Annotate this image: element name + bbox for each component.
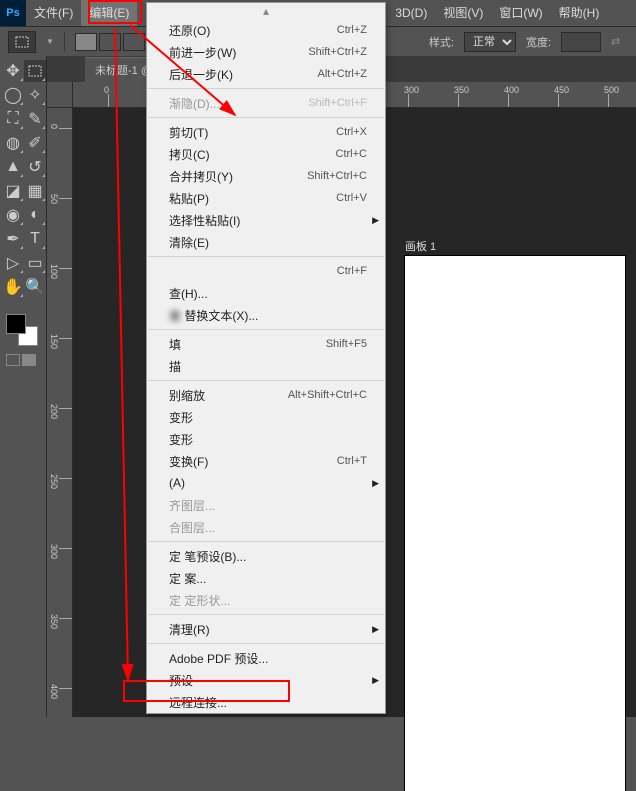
eyedropper-tool[interactable]: ✎ <box>24 108 46 130</box>
path-tool[interactable]: ▷ <box>2 252 24 274</box>
blur-tool[interactable]: ◉ <box>2 204 24 226</box>
menu-item[interactable]: 别缩放 Alt+Shift+Ctrl+C <box>147 384 385 406</box>
menu-item[interactable]: (A) ▶ <box>147 472 385 494</box>
menu-item[interactable]: 后退一步(K) Alt+Ctrl+Z <box>147 63 385 85</box>
menu-item[interactable]: Adobe PDF 预设... <box>147 647 385 669</box>
menu-item[interactable]: 变形 <box>147 428 385 450</box>
style-select[interactable]: 正常 <box>464 32 516 52</box>
zoom-tool[interactable]: 🔍 <box>24 276 46 298</box>
stamp-tool[interactable]: ▲ <box>2 156 24 178</box>
menu-item[interactable]: 拷贝(C) Ctrl+C <box>147 143 385 165</box>
menu-item[interactable]: 远程连接... <box>147 691 385 713</box>
menu-item[interactable]: 选择性粘贴(I) ▶ <box>147 209 385 231</box>
menu-item[interactable]: 变形 <box>147 406 385 428</box>
menu-item: 齐图层... <box>147 494 385 516</box>
artboard-label[interactable]: 画板 1 <box>405 238 436 254</box>
style-label: 样式: <box>429 34 454 50</box>
type-tool[interactable]: T <box>24 228 46 250</box>
menu-item[interactable]: 剪切(T) Ctrl+X <box>147 121 385 143</box>
menu-item[interactable]: 查(H)... <box>147 282 385 304</box>
gradient-tool[interactable]: ▦ <box>24 180 46 202</box>
menu-item[interactable]: 前进一步(W) Shift+Ctrl+Z <box>147 41 385 63</box>
color-swatches[interactable] <box>0 314 46 366</box>
menu-item[interactable]: Ctrl+F <box>147 260 385 282</box>
menu-item[interactable]: 清除(E) <box>147 231 385 253</box>
menu-3d[interactable]: 3D(D) <box>387 0 435 26</box>
menu-view[interactable]: 视图(V) <box>435 0 491 26</box>
heal-tool[interactable]: ◍ <box>2 132 24 154</box>
pen-tool[interactable]: ✒ <box>2 228 24 250</box>
menu-item[interactable]: 描 <box>147 355 385 377</box>
foreground-color[interactable] <box>6 314 26 334</box>
menu-item[interactable]: 合并拷贝(Y) Shift+Ctrl+C <box>147 165 385 187</box>
chevron-down-icon[interactable]: ▼ <box>46 37 54 46</box>
move-tool[interactable]: ✥ <box>2 60 24 82</box>
menu-file[interactable]: 文件(F) <box>26 0 81 26</box>
ruler-vertical: 050100150200250300350400450 <box>47 108 73 717</box>
eraser-tool[interactable]: ◪ <box>2 180 24 202</box>
history-brush-tool[interactable]: ↺ <box>24 156 46 178</box>
brush-tool[interactable]: ✐ <box>24 132 46 154</box>
artboard[interactable] <box>405 256 625 791</box>
dodge-tool[interactable]: ◐ <box>24 204 46 226</box>
link-icon[interactable]: ⇄ <box>611 35 620 48</box>
menu-item[interactable]: 预设 ▶ <box>147 669 385 691</box>
menu-item[interactable]: 填 Shift+F5 <box>147 333 385 355</box>
menu-item[interactable]: 查 替换文本(X)... <box>147 304 385 326</box>
menu-item: 合图层... <box>147 516 385 538</box>
menu-item[interactable]: 定 案... <box>147 567 385 589</box>
shape-tool[interactable]: ▭ <box>24 252 46 274</box>
lasso-tool[interactable]: ◯ <box>2 84 24 106</box>
crop-tool[interactable]: ⛶ <box>2 108 24 130</box>
ruler-corner <box>47 82 73 108</box>
width-input[interactable] <box>561 32 601 52</box>
menu-item: 渐隐(D)... Shift+Ctrl+F <box>147 92 385 114</box>
edit-menu-dropdown: ▴ 还原(O) Ctrl+Z 前进一步(W) Shift+Ctrl+Z 后退一步… <box>146 2 386 714</box>
width-label: 宽度: <box>526 34 551 50</box>
menu-item[interactable]: 粘贴(P) Ctrl+V <box>147 187 385 209</box>
menu-item: 定 定形状... <box>147 589 385 611</box>
menu-help[interactable]: 帮助(H) <box>551 0 608 26</box>
menu-window[interactable]: 窗口(W) <box>491 0 550 26</box>
menu-item[interactable]: 还原(O) Ctrl+Z <box>147 19 385 41</box>
hand-tool[interactable]: ✋ <box>2 276 24 298</box>
menu-item[interactable]: 清理(R) ▶ <box>147 618 385 640</box>
wand-tool[interactable]: ✧ <box>24 84 46 106</box>
tool-preset-icon[interactable] <box>8 31 36 53</box>
menu-edit[interactable]: 编辑(E) <box>81 0 137 26</box>
ps-logo: Ps <box>0 0 26 26</box>
menu-item[interactable]: 变换(F) Ctrl+T <box>147 450 385 472</box>
tool-panel: ✥ ◯✧ ⛶✎ ◍✐ ▲↺ ◪▦ ◉◐ ✒T ▷▭ ✋🔍 <box>0 56 47 717</box>
marquee-tool[interactable] <box>24 60 46 82</box>
menu-item[interactable]: 定 笔预设(B)... <box>147 545 385 567</box>
